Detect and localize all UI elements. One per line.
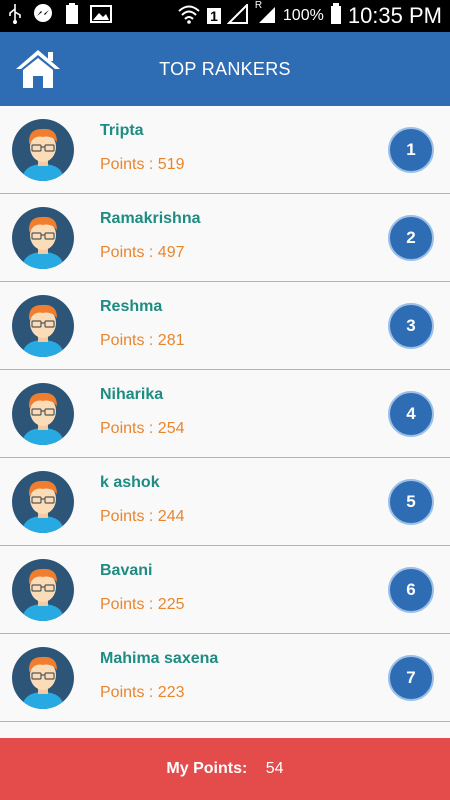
image-icon	[90, 4, 112, 28]
wifi-icon	[177, 4, 201, 29]
status-system: 1 R 100% 10:35 PM	[177, 0, 442, 30]
messenger-icon	[32, 3, 54, 30]
rank-badge: 3	[388, 303, 434, 349]
rank-badge: 1	[388, 127, 434, 173]
ranker-points: Points : 281	[100, 332, 185, 349]
ranker-name: Ramakrishna	[100, 210, 201, 227]
avatar-icon	[11, 646, 75, 710]
rank-badge: 6	[388, 567, 434, 613]
sim-slot-icon: 1	[207, 8, 221, 24]
ranker-points: Points : 497	[100, 244, 185, 261]
page-title: TOP RANKERS	[159, 59, 291, 79]
battery-small-icon	[64, 2, 80, 30]
app-header: TOP RANKERS	[0, 32, 450, 106]
avatar-icon	[11, 118, 75, 182]
ranker-row[interactable]: Tripta Points : 519 1	[0, 106, 450, 194]
ranker-name: Mahima saxena	[100, 650, 219, 667]
avatar-icon	[11, 206, 75, 270]
ranker-name: k ashok	[100, 474, 160, 491]
ranker-row[interactable]: Bavani Points : 225 6	[0, 546, 450, 634]
avatar-icon	[11, 382, 75, 446]
roaming-signal-icon: R	[255, 0, 277, 29]
home-icon	[16, 50, 60, 88]
avatar-icon	[11, 558, 75, 622]
ranker-points: Points : 225	[100, 596, 185, 613]
ranker-points: Points : 519	[100, 156, 185, 173]
my-points-bar: My Points: 54	[0, 738, 450, 800]
ranker-row[interactable]: Mahima saxena Points : 223 7	[0, 634, 450, 722]
ranker-points: Points : 244	[100, 508, 185, 525]
rank-badge: 4	[388, 391, 434, 437]
ranker-name: Tripta	[100, 122, 144, 139]
ranker-row[interactable]: Reshma Points : 281 3	[0, 282, 450, 370]
ranker-points: Points : 254	[100, 420, 185, 437]
my-points-value: 54	[265, 760, 284, 777]
home-button[interactable]	[14, 48, 62, 90]
ranker-row[interactable]: Niharika Points : 254 4	[0, 370, 450, 458]
rank-badge: 5	[388, 479, 434, 525]
rank-badge: 7	[388, 655, 434, 701]
avatar-icon	[11, 294, 75, 358]
my-points-label: My Points:	[166, 760, 248, 777]
battery-percent: 100%	[282, 7, 324, 24]
usb-icon	[8, 3, 22, 30]
status-bar: 1 R 100% 10:35 PM	[0, 0, 450, 32]
roaming-label: R	[254, 0, 263, 11]
ranker-row-partial[interactable]	[0, 722, 450, 738]
clock: 10:35 PM	[347, 3, 442, 28]
rank-badge: 2	[388, 215, 434, 261]
ranker-points: Points : 223	[100, 684, 185, 701]
ranker-name: Bavani	[100, 562, 153, 579]
avatar-icon	[11, 470, 75, 534]
ranker-name: Niharika	[100, 386, 164, 403]
rankers-list[interactable]: Tripta Points : 519 1 Ramakrishna Points…	[0, 106, 450, 738]
ranker-row[interactable]: Ramakrishna Points : 497 2	[0, 194, 450, 282]
battery-icon	[330, 2, 342, 30]
ranker-name: Reshma	[100, 298, 163, 315]
signal-icon	[226, 2, 249, 29]
ranker-row[interactable]: k ashok Points : 244 5	[0, 458, 450, 546]
status-notifications	[8, 2, 112, 30]
